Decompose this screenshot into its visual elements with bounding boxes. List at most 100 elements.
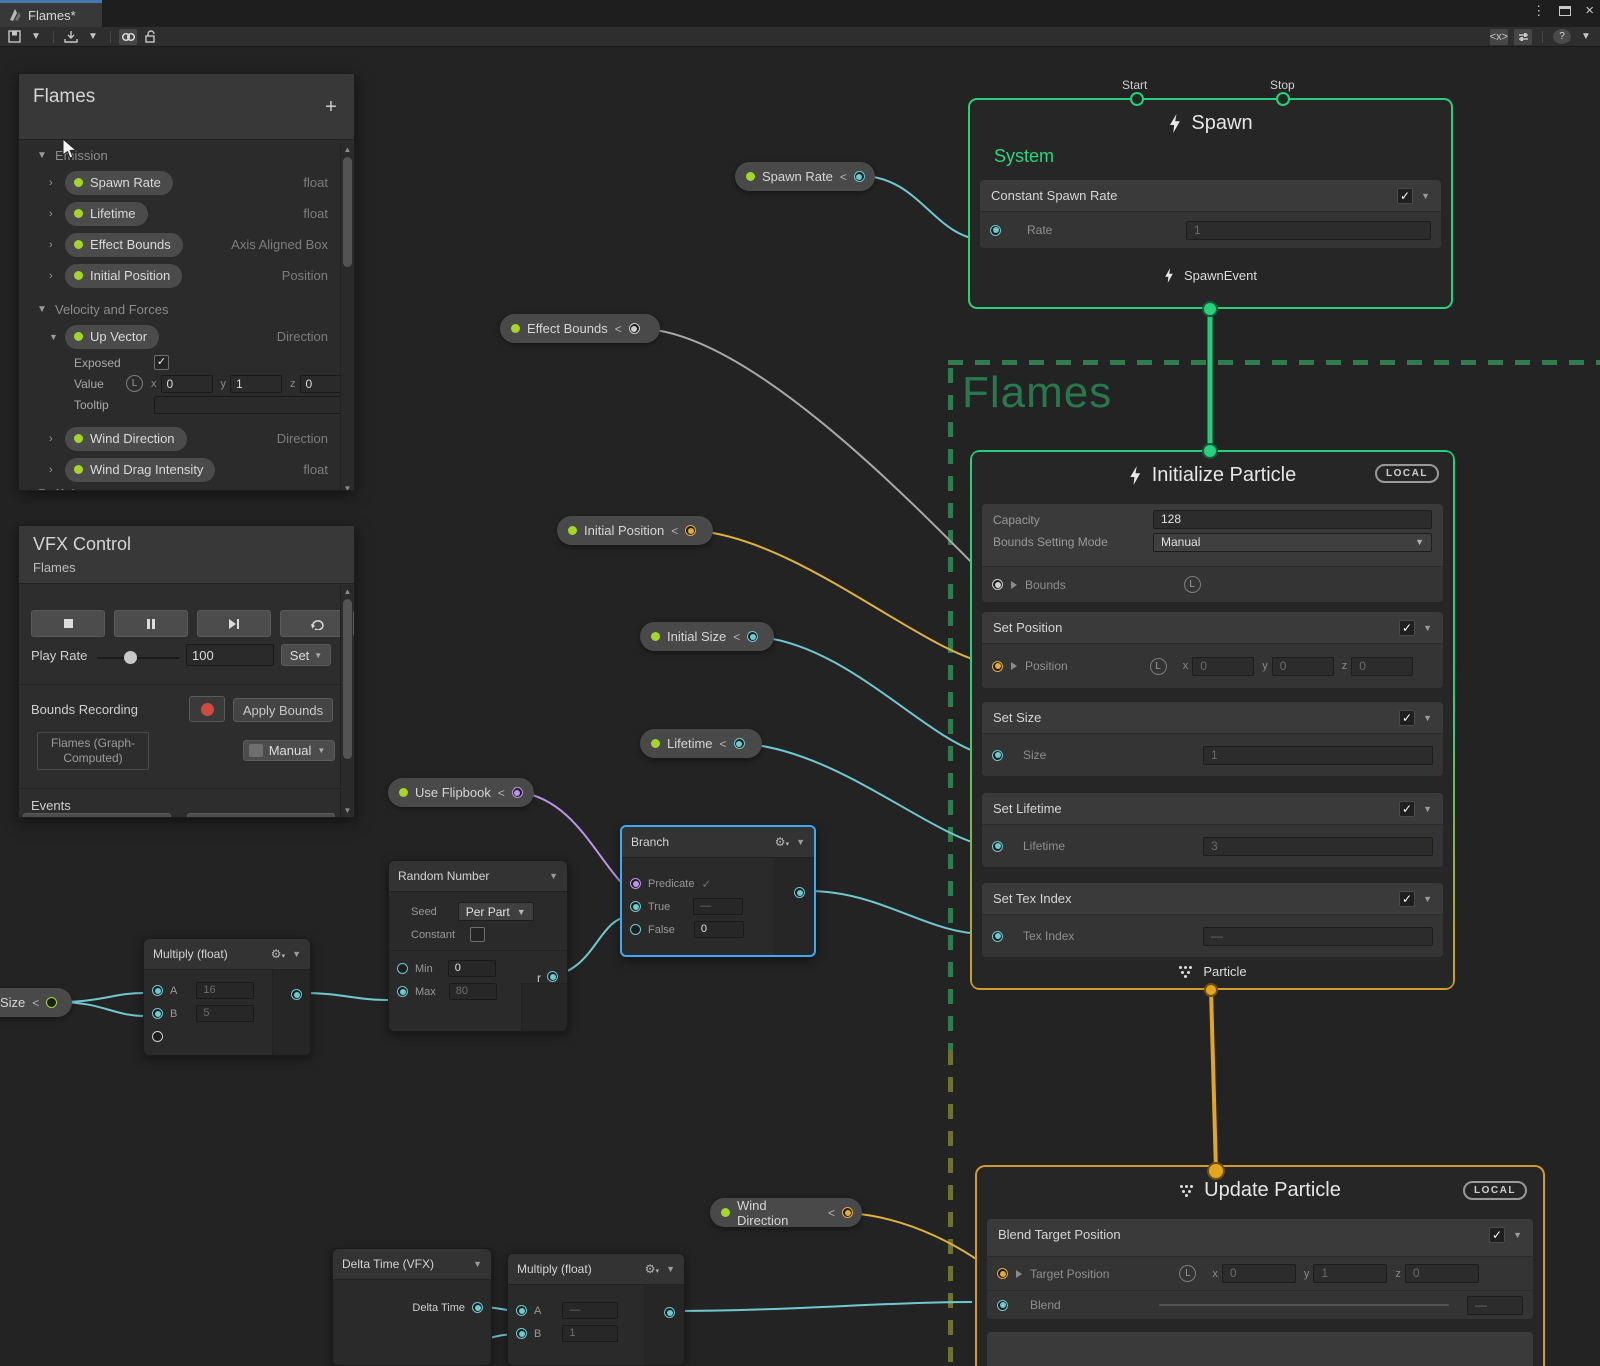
value-x[interactable]: 0	[1192, 657, 1254, 676]
chevron-down-icon[interactable]: ▼	[1513, 1230, 1522, 1240]
pill-output-port[interactable]	[46, 997, 57, 1008]
lifetime-value[interactable]: 3	[1203, 837, 1433, 856]
gear-icon[interactable]: ⚙▾	[271, 947, 285, 961]
section-velocity[interactable]: Velocity and Forces	[55, 302, 168, 317]
node-branch[interactable]: Branch⚙▾▼ Predicate✓ True— False0	[620, 825, 816, 957]
output-port[interactable]	[472, 1302, 483, 1313]
gear-icon[interactable]: ⚙▾	[645, 1262, 659, 1276]
block-enabled-checkbox[interactable]: ✓	[1489, 1227, 1505, 1243]
property-row[interactable]: ›Effect BoundsAxis Aligned Box	[19, 229, 354, 260]
save-as-dropdown-icon[interactable]: ▼	[84, 29, 102, 45]
input-port-b[interactable]	[152, 1008, 163, 1019]
node-random-number[interactable]: Random Number▼ SeedPer Part▼ Constant Mi…	[388, 860, 568, 1032]
input-port-true[interactable]	[630, 901, 641, 912]
value-a[interactable]: 16	[196, 982, 254, 999]
output-port[interactable]	[664, 1307, 675, 1318]
block-enabled-checkbox[interactable]: ✓	[1397, 188, 1413, 204]
value-b[interactable]: 5	[196, 1005, 254, 1022]
lock-open-icon[interactable]	[141, 29, 159, 45]
chevron-down-icon[interactable]: ▼	[37, 304, 47, 315]
node-multiply-1[interactable]: Multiply (float)⚙▾▼ A16 B5	[143, 938, 311, 1056]
texindex-value[interactable]: —	[1203, 927, 1433, 946]
pill-wind-direction[interactable]: Wind Direction <	[710, 1198, 862, 1227]
y-field[interactable]: 1	[230, 375, 282, 393]
value-y[interactable]: 1	[1313, 1264, 1387, 1283]
rate-input-port[interactable]	[990, 225, 1001, 236]
constant-checkbox[interactable]	[470, 927, 485, 942]
spawn-stop-port[interactable]	[1276, 92, 1290, 106]
block-enabled-checkbox[interactable]: ✓	[1399, 801, 1415, 817]
save-dropdown-icon[interactable]: ▼	[27, 29, 45, 45]
exposed-checkbox[interactable]: ✓	[154, 355, 169, 370]
collapse-icon[interactable]: <	[498, 786, 505, 800]
pill-output-port[interactable]	[842, 1207, 853, 1218]
local-space-icon[interactable]: L	[126, 375, 143, 392]
expander-icon[interactable]: ›	[49, 208, 65, 220]
collapse-icon[interactable]: <	[671, 524, 678, 538]
property-row[interactable]: ›Wind DirectionDirection	[19, 423, 354, 454]
block-enabled-checkbox[interactable]: ✓	[1399, 620, 1415, 636]
onplay-button[interactable]: OnPlay	[23, 813, 171, 818]
value-z[interactable]: 0	[1405, 1264, 1479, 1283]
position-input-port[interactable]	[992, 661, 1003, 672]
collapse-icon[interactable]: <	[828, 1206, 835, 1220]
node-multiply-2[interactable]: Multiply (float)⚙▾▼ A— B1	[507, 1253, 685, 1366]
stop-button[interactable]	[31, 610, 105, 637]
pill-initial-position[interactable]: Initial Position <	[557, 516, 713, 545]
target-position-input-port[interactable]	[997, 1268, 1008, 1279]
pill-spawn-rate[interactable]: Spawn Rate <	[735, 162, 875, 191]
kebab-menu-icon[interactable]: ⋮	[1532, 3, 1545, 19]
settings-sliders-icon[interactable]	[1514, 29, 1532, 45]
expander-icon[interactable]: ›	[49, 270, 65, 282]
pill-output-port[interactable]	[854, 171, 865, 182]
local-space-icon[interactable]: L	[1150, 658, 1167, 675]
pill-use-flipbook[interactable]: Use Flipbook <	[388, 778, 534, 807]
input-port-extra[interactable]	[152, 1031, 163, 1042]
capacity-value[interactable]: 128	[1153, 510, 1432, 529]
value-y[interactable]: 0	[1272, 657, 1334, 676]
rate-value[interactable]: 1	[1186, 221, 1431, 240]
expander-triangle[interactable]	[1016, 1270, 1022, 1278]
bounds-setting-mode-dropdown[interactable]: Manual▼	[1153, 533, 1432, 552]
section-color[interactable]: Color	[55, 489, 86, 491]
input-port-b[interactable]	[516, 1328, 527, 1339]
context-spawn[interactable]: Spawn System Constant Spawn Rate✓▼ Rate1…	[968, 98, 1453, 309]
chevron-down-icon[interactable]: ▼	[292, 949, 301, 959]
close-icon[interactable]: ×	[1585, 2, 1594, 19]
expander-triangle[interactable]	[1011, 581, 1017, 589]
output-port[interactable]	[547, 971, 558, 982]
spawn-start-port[interactable]	[1130, 92, 1144, 106]
collapse-icon[interactable]: <	[733, 630, 740, 644]
bounds-input-port[interactable]	[992, 579, 1003, 590]
local-space-icon[interactable]: L	[1179, 1265, 1196, 1282]
pause-button[interactable]	[114, 610, 188, 637]
chevron-down-icon[interactable]: ▼	[1423, 713, 1432, 723]
spawn-output-port[interactable]	[1202, 301, 1218, 317]
value-a[interactable]: —	[562, 1302, 618, 1319]
local-space-icon[interactable]: L	[1184, 576, 1201, 593]
property-row[interactable]: ›Spawn Ratefloat	[19, 167, 354, 198]
save-as-icon[interactable]	[62, 29, 80, 45]
chevron-down-icon[interactable]: ▼	[666, 1264, 675, 1274]
property-row[interactable]: ▼Up VectorDirection	[19, 321, 354, 352]
pill-output-port[interactable]	[512, 787, 523, 798]
blend-value[interactable]: —	[1467, 1296, 1523, 1315]
bounds-mode-dropdown[interactable]: Manual▼	[243, 740, 335, 761]
code-view-icon[interactable]: <x>	[1490, 29, 1508, 45]
collapse-icon[interactable]: <	[32, 996, 39, 1010]
gear-icon[interactable]: ⚙▾	[775, 835, 789, 849]
blackboard-scrollbar[interactable]: ▲ ▼	[340, 143, 353, 491]
tooltip-field[interactable]	[154, 396, 349, 414]
blend-slider[interactable]	[1159, 1304, 1449, 1306]
link-icon[interactable]	[119, 29, 137, 45]
value-max[interactable]: 80	[449, 983, 497, 1000]
initialize-input-port[interactable]	[1202, 443, 1218, 459]
output-port[interactable]	[794, 887, 805, 898]
property-row[interactable]: ›Wind Drag Intensityfloat	[19, 454, 354, 485]
play-rate-value[interactable]: 100	[186, 644, 274, 666]
property-row[interactable]: ›Lifetimefloat	[19, 198, 354, 229]
set-button[interactable]: Set▼	[281, 644, 331, 666]
expander-icon[interactable]: ›	[49, 433, 65, 445]
context-initialize-particle[interactable]: Initialize Particle LOCAL Capacity128 Bo…	[970, 450, 1455, 990]
expander-icon[interactable]: ›	[49, 464, 65, 476]
